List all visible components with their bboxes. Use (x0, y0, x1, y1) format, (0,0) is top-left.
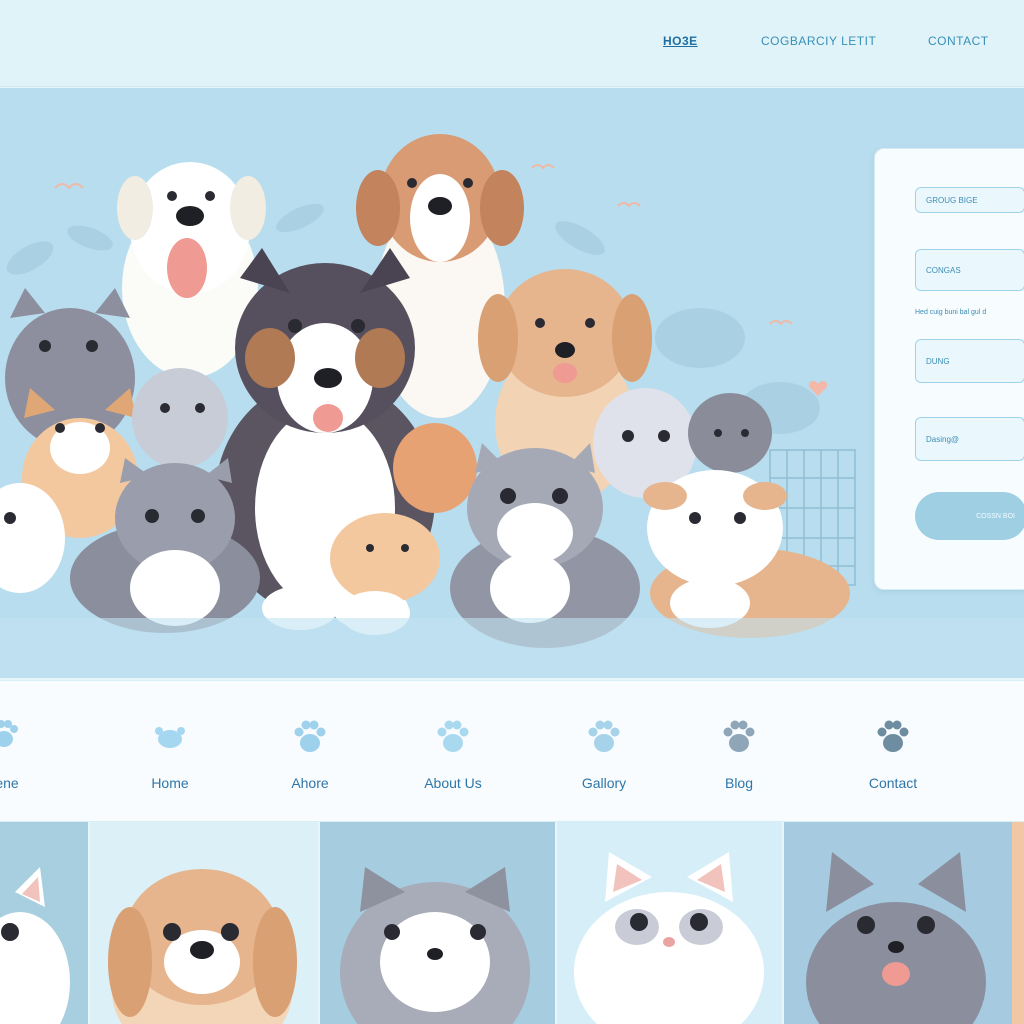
gallery-tile-tabby-cat[interactable] (320, 822, 555, 1024)
paw-icon (877, 720, 909, 752)
icon-nav-label: About Us (424, 775, 482, 791)
icon-nav-item-home-partial[interactable]: ene (0, 681, 62, 821)
icon-nav-item-gallery[interactable]: Gallory (549, 681, 659, 821)
icon-nav-label: ene (0, 775, 19, 791)
form-field-1[interactable] (915, 187, 1024, 213)
top-nav-bar: HO3E COGBARCIY LETIT CONTACT (0, 0, 1024, 87)
form-note: Hed cuig buni bal gul d (915, 309, 987, 316)
icon-nav-item-blog[interactable]: Blog (684, 681, 794, 821)
icon-nav-label: Gallory (581, 775, 627, 791)
icon-nav-item-about-us[interactable]: About Us (398, 681, 508, 821)
icon-nav-label: Ahore (291, 775, 329, 791)
hero-illustration (0, 134, 1024, 678)
icon-nav-label: Home (151, 775, 189, 791)
signup-form: Hed cuig buni bal gul d COSSN BOI (874, 148, 1024, 590)
gallery-tile-grey-cat[interactable] (784, 822, 1012, 1024)
gallery-tile-edge (1012, 822, 1024, 1024)
gallery-tile-white-cat[interactable] (0, 822, 88, 1024)
icon-nav-item-contact[interactable]: Contact (838, 681, 948, 821)
nav-link-contact[interactable]: CONTACT (928, 34, 989, 48)
form-field-3[interactable] (915, 339, 1024, 383)
icon-nav-label: Blog (724, 775, 754, 791)
nav-link-about[interactable]: COGBARCIY LETIT (761, 34, 876, 48)
paw-icon (155, 727, 185, 748)
tabby-cat-image (340, 867, 530, 1024)
icon-nav-label: Contact (868, 775, 918, 791)
white-cat-image (574, 852, 764, 1024)
paw-icon (437, 720, 469, 752)
form-field-2[interactable] (915, 249, 1024, 291)
icon-nav-item-ahore[interactable]: Ahore (255, 681, 365, 821)
grey-cat-image (806, 852, 986, 1024)
paw-icon (0, 720, 18, 747)
paw-icon (723, 720, 755, 752)
white-cat-image (0, 867, 70, 1024)
submit-button[interactable]: COSSN BOI (915, 492, 1024, 540)
form-field-4[interactable] (915, 417, 1024, 461)
pet-gallery (0, 822, 1024, 1024)
hero-banner (0, 88, 1024, 678)
icon-nav-bar: ene Home Ahore About Us Gallory Blog C (0, 680, 1024, 822)
paw-icon (294, 720, 326, 752)
icon-nav-item-home[interactable]: Home (115, 681, 225, 821)
paw-icon (588, 720, 620, 752)
gallery-tile-white-cat-2[interactable] (557, 822, 782, 1024)
gallery-tile-puppy[interactable] (90, 822, 318, 1024)
nav-link-home[interactable]: HO3E (663, 34, 698, 48)
puppy-image (108, 869, 297, 1024)
